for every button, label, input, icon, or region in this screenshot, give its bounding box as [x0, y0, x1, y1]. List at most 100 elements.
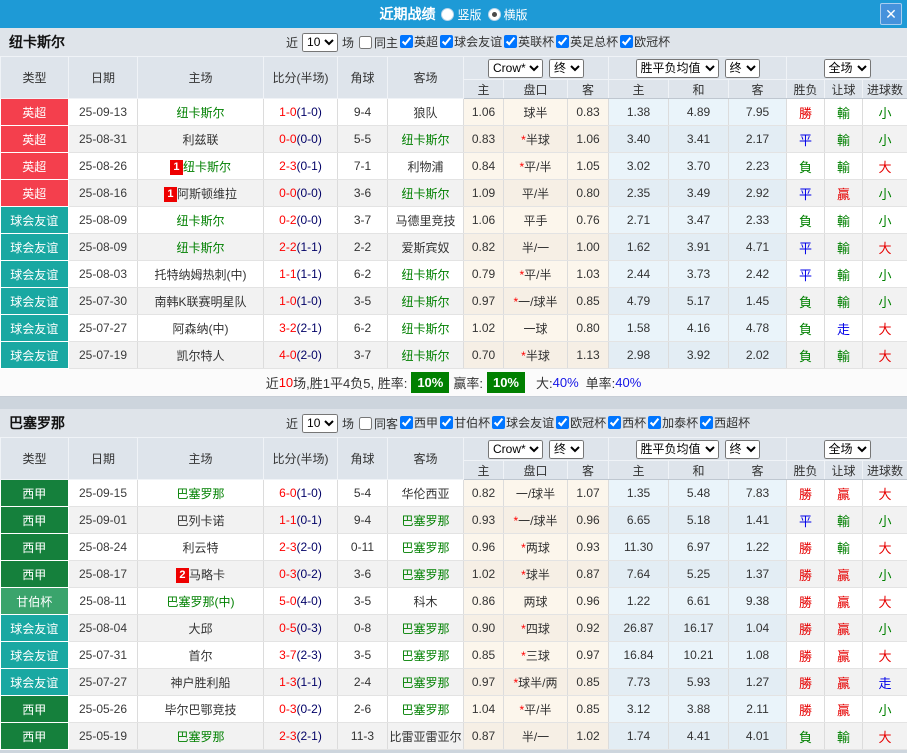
home-team-cell: 巴塞罗那(中) [137, 587, 264, 615]
league-label: 球会友谊 [506, 416, 555, 430]
result-handicap: 輸 [824, 287, 864, 315]
handicap-line: 平/半 [524, 702, 552, 717]
league-filter-item[interactable]: 西杯 [606, 414, 646, 431]
corner-count: 2-2 [337, 233, 388, 261]
result-handicap: 走 [824, 314, 864, 342]
league-filter-item[interactable]: 西超杯 [698, 414, 750, 431]
corner-count: 3-7 [337, 341, 388, 369]
avg-draw-odds: 3.92 [668, 341, 730, 369]
away-team-name: 巴塞罗那 [401, 648, 450, 663]
result-goals: 小 [862, 125, 907, 153]
avg-away-odds: 4.01 [728, 722, 788, 750]
league-filter-item[interactable]: 英足总杯 [554, 33, 618, 50]
home-team-cell: 托特纳姆热刺(中) [137, 260, 264, 288]
league-checkbox[interactable] [400, 416, 414, 429]
handicap-line: 平/半 [524, 267, 552, 282]
col-odds-home: 主 [463, 79, 504, 99]
corner-count: 9-4 [337, 98, 388, 126]
average-group-header: 胜平负均值终 [608, 56, 788, 80]
average-period-select[interactable]: 终 [724, 439, 760, 459]
league-filter-item[interactable]: 欧冠杯 [554, 414, 606, 431]
same-venue-checkbox[interactable] [359, 416, 373, 430]
league-checkbox[interactable] [700, 416, 714, 429]
home-team-cell: 利云特 [137, 533, 264, 561]
bookmaker-select[interactable]: Crow* [488, 58, 543, 78]
home-team-cell: 巴塞罗那 [137, 479, 264, 507]
fulltime-score: 3-7 [279, 648, 297, 662]
league-checkbox[interactable] [440, 35, 454, 48]
average-type-select[interactable]: 胜平负均值 [635, 58, 719, 78]
vertical-layout-radio[interactable] [441, 7, 455, 21]
result-goals: 小 [862, 179, 907, 207]
corner-count: 3-7 [337, 206, 388, 234]
result-goals: 小 [862, 287, 907, 315]
bookmaker-period-select[interactable]: 终 [549, 58, 584, 78]
col-result: 胜负 [786, 460, 826, 480]
league-filter-item[interactable]: 英联杯 [502, 33, 554, 50]
league-checkbox[interactable] [620, 35, 634, 48]
horizontal-layout-radio[interactable] [487, 7, 501, 21]
rank-badge: 1 [163, 186, 177, 202]
handicap-line: 一/球半 [518, 513, 558, 528]
fulltime-score: 4-0 [279, 348, 297, 362]
average-type-select[interactable]: 胜平负均值 [635, 439, 719, 459]
layout-horizontal-option[interactable]: 横版 [487, 6, 528, 23]
bookmaker-period-select[interactable]: 终 [549, 439, 584, 459]
league-checkbox[interactable] [556, 35, 570, 48]
avg-home-odds: 7.73 [608, 668, 670, 696]
home-team-name: 利兹联 [182, 132, 219, 147]
result-goals: 大 [862, 479, 907, 507]
league-filter-item[interactable]: 欧冠杯 [618, 33, 670, 50]
handicap-line: 球半 [525, 567, 550, 582]
scope-group-header: 全场 [786, 437, 907, 461]
close-button[interactable]: ✕ [880, 3, 902, 25]
league-type-badge: 西甲 [0, 695, 69, 723]
match-date: 25-08-09 [68, 206, 138, 234]
league-checkbox[interactable] [608, 416, 622, 429]
result-handicap: 贏 [824, 479, 864, 507]
result-goals: 小 [862, 695, 907, 723]
league-checkbox[interactable] [556, 416, 570, 429]
match-count-select[interactable]: 10 [302, 32, 339, 52]
league-checkbox[interactable] [400, 35, 414, 48]
league-type-badge: 西甲 [0, 479, 69, 507]
col-score: 比分(半场) [263, 56, 338, 99]
same-venue-checkbox[interactable] [359, 35, 373, 49]
home-team-name: 毕尔巴鄂竞技 [164, 702, 237, 717]
league-filter-item[interactable]: 甘伯杯 [438, 414, 490, 431]
home-odds: 0.96 [463, 533, 504, 561]
league-checkbox[interactable] [440, 416, 454, 429]
layout-vertical-option[interactable]: 竖版 [441, 6, 482, 23]
score-cell: 2-2(1-1) [263, 233, 338, 261]
away-team-cell: 巴塞罗那 [387, 641, 464, 669]
handicap-line: 平/半 [521, 186, 550, 201]
league-filter-item[interactable]: 加泰杯 [646, 414, 698, 431]
col-goals-result: 进球数 [862, 79, 907, 99]
halftime-score: (0-0) [296, 132, 322, 146]
avg-home-odds: 2.35 [608, 179, 670, 207]
handicap-rate-badge: 10% [486, 372, 525, 393]
league-filter-item[interactable]: 英超 [398, 33, 438, 50]
match-count-select[interactable]: 10 [302, 413, 339, 433]
home-team-cell: 纽卡斯尔 [137, 206, 264, 234]
scope-select[interactable]: 全场 [823, 58, 871, 78]
away-team-cell: 马德里竞技 [387, 206, 464, 234]
match-date: 25-07-27 [68, 314, 138, 342]
result-win-draw-loss: 負 [786, 722, 826, 750]
scope-select[interactable]: 全场 [823, 439, 871, 459]
average-period-select[interactable]: 终 [724, 58, 760, 78]
league-label: 西超杯 [714, 416, 751, 430]
bookmaker-select[interactable]: Crow* [488, 439, 543, 459]
corner-count: 9-4 [337, 506, 388, 534]
league-checkbox[interactable] [492, 416, 506, 429]
halftime-score: (0-0) [296, 213, 322, 227]
handicap-cell: 球半 [503, 98, 568, 126]
league-checkbox[interactable] [648, 416, 662, 429]
league-filter-item[interactable]: 西甲 [398, 414, 438, 431]
match-date: 25-05-26 [68, 695, 138, 723]
league-filter-item[interactable]: 球会友谊 [490, 414, 554, 431]
avg-away-odds: 1.22 [728, 533, 788, 561]
league-checkbox[interactable] [504, 35, 518, 48]
home-odds: 1.04 [463, 695, 504, 723]
league-filter-item[interactable]: 球会友谊 [438, 33, 502, 50]
